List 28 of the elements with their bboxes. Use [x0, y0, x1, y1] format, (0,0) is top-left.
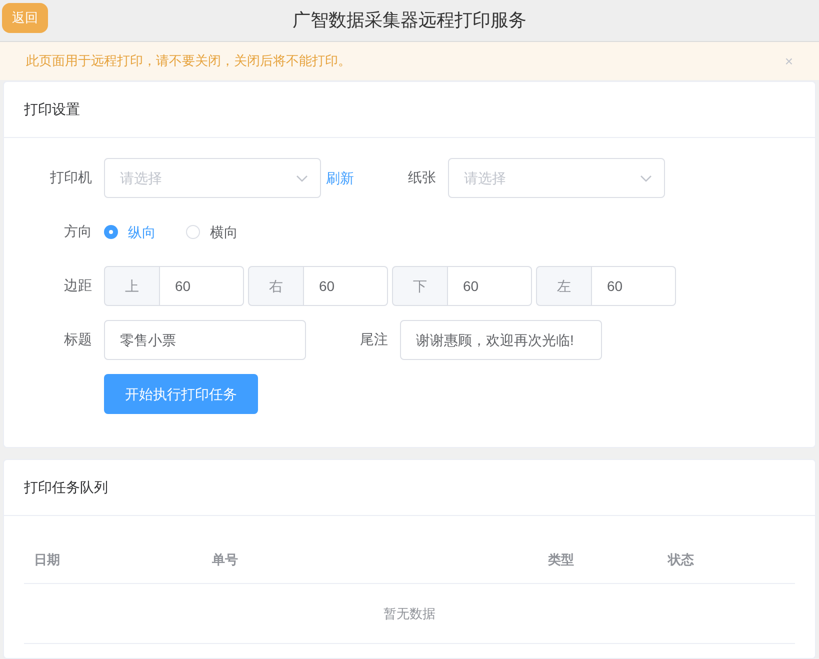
chevron-down-icon — [296, 175, 308, 183]
radio-option[interactable]: 横向 — [186, 222, 238, 242]
margin-input[interactable]: 60 — [304, 266, 388, 306]
column-header: 类型 — [548, 552, 574, 566]
field-label: 尾注 — [360, 331, 388, 347]
card-title: 打印设置 — [24, 100, 80, 119]
footer-input[interactable]: 谢谢惠顾，欢迎再次光临! — [400, 320, 602, 360]
page-title: 广智数据采集器远程打印服务 — [292, 9, 526, 32]
column-header: 日期 — [34, 552, 60, 566]
field-label: 边距 — [64, 277, 92, 293]
field-label: 打印机 — [50, 169, 92, 185]
margin-prepend: 左 — [536, 266, 592, 306]
empty-text: 暂无数据 — [384, 604, 436, 623]
card-title: 打印任务队列 — [24, 478, 108, 497]
margin-input[interactable]: 60 — [160, 266, 244, 306]
field-label: 方向 — [64, 223, 92, 239]
column-header: 单号 — [212, 552, 238, 566]
title-input[interactable]: 零售小票 — [104, 320, 306, 360]
field-label: 纸张 — [408, 169, 436, 185]
alert-text: 此页面用于远程打印，请不要关闭，关闭后将不能打印。 — [26, 52, 351, 70]
margin-input[interactable]: 60 — [592, 266, 676, 306]
margin-prepend: 下 — [392, 266, 448, 306]
chevron-down-icon — [640, 175, 652, 183]
field-label: 标题 — [64, 331, 92, 347]
column-header: 状态 — [668, 552, 694, 566]
margin-prepend: 上 — [104, 266, 160, 306]
margin-input[interactable]: 60 — [448, 266, 532, 306]
margin-prepend: 右 — [248, 266, 304, 306]
